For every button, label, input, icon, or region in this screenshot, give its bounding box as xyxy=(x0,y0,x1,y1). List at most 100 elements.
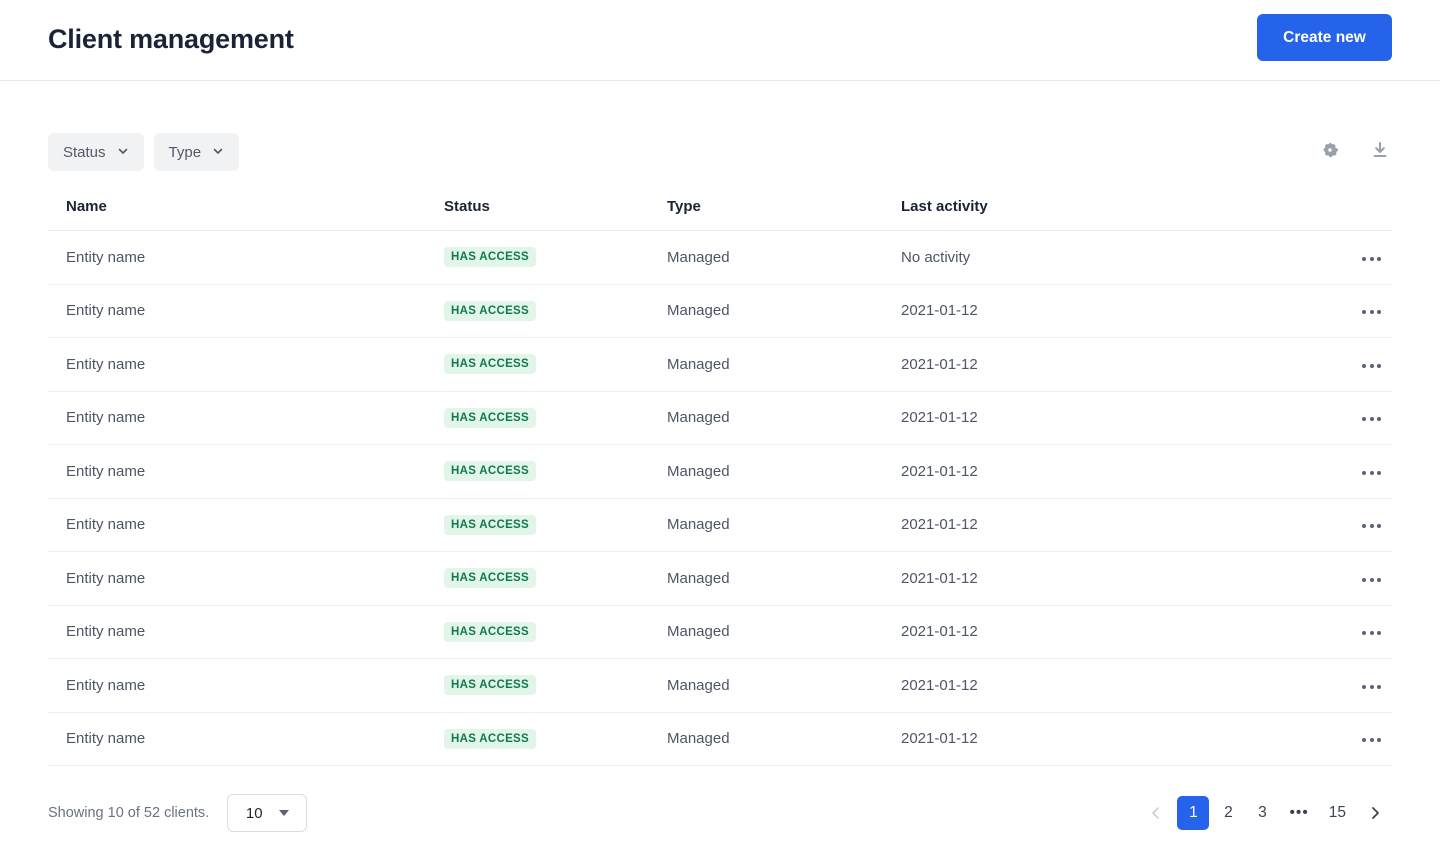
page-size-select[interactable]: 10 xyxy=(227,794,308,832)
cell-last-activity: 2021-01-12 xyxy=(901,551,1351,606)
table-head: Name Status Type Last activity xyxy=(48,198,1392,231)
row-menu-button[interactable] xyxy=(1358,625,1385,641)
row-menu-button[interactable] xyxy=(1358,518,1385,534)
table-row[interactable]: Entity name HAS ACCESS Managed 2021-01-1… xyxy=(48,658,1392,713)
cell-name: Entity name xyxy=(48,498,444,552)
column-header-status[interactable]: Status xyxy=(444,198,667,231)
cell-actions xyxy=(1351,391,1392,445)
row-menu-button[interactable] xyxy=(1358,465,1385,481)
row-menu-button[interactable] xyxy=(1358,572,1385,588)
status-badge: HAS ACCESS xyxy=(444,675,536,696)
cell-actions xyxy=(1351,605,1392,659)
table-header-row: Name Status Type Last activity xyxy=(48,198,1392,231)
pagination-prev-icon[interactable] xyxy=(1139,797,1173,829)
cell-actions xyxy=(1351,337,1392,392)
cell-last-activity: 2021-01-12 xyxy=(901,605,1351,659)
status-badge: HAS ACCESS xyxy=(444,247,536,268)
filter-type-label: Type xyxy=(168,143,202,161)
status-badge: HAS ACCESS xyxy=(444,728,536,749)
cell-status: HAS ACCESS xyxy=(444,391,667,445)
page-title: Client management xyxy=(48,24,294,54)
cell-name: Entity name xyxy=(48,444,444,499)
table-row[interactable]: Entity name HAS ACCESS Managed 2021-01-1… xyxy=(48,498,1392,552)
table-row[interactable]: Entity name HAS ACCESS Managed 2021-01-1… xyxy=(48,391,1392,445)
cell-status: HAS ACCESS xyxy=(444,605,667,659)
cell-last-activity: 2021-01-12 xyxy=(901,444,1351,499)
create-new-button[interactable]: Create new xyxy=(1257,14,1392,61)
cell-actions xyxy=(1351,444,1392,499)
status-badge: HAS ACCESS xyxy=(444,300,536,321)
row-menu-button[interactable] xyxy=(1358,304,1385,320)
cell-status: HAS ACCESS xyxy=(444,230,667,285)
cell-actions xyxy=(1351,230,1392,285)
cell-name: Entity name xyxy=(48,658,444,713)
cell-status: HAS ACCESS xyxy=(444,658,667,713)
cell-type: Managed xyxy=(667,391,901,445)
table-row[interactable]: Entity name HAS ACCESS Managed 2021-01-1… xyxy=(48,337,1392,392)
cell-name: Entity name xyxy=(48,712,444,766)
status-badge: HAS ACCESS xyxy=(444,461,536,482)
pagination-page-2[interactable]: 2 xyxy=(1213,797,1243,829)
client-management-page: Client management Create new Status Type xyxy=(0,0,1440,860)
cell-actions xyxy=(1351,551,1392,606)
clients-table-wrap: Name Status Type Last activity Entity na… xyxy=(48,198,1392,766)
table-row[interactable]: Entity name HAS ACCESS Managed 2021-01-1… xyxy=(48,605,1392,659)
table-row[interactable]: Entity name HAS ACCESS Managed 2021-01-1… xyxy=(48,551,1392,606)
toolbar-icons xyxy=(1318,138,1392,162)
pagination-ellipsis: ••• xyxy=(1289,804,1309,821)
table-footer: Showing 10 of 52 clients. 10 1 2 3 ••• 1… xyxy=(48,790,1392,836)
table-row[interactable]: Entity name HAS ACCESS Managed 2021-01-1… xyxy=(48,284,1392,338)
cell-type: Managed xyxy=(667,230,901,285)
filter-status-label: Status xyxy=(63,143,106,161)
cell-name: Entity name xyxy=(48,337,444,392)
cell-status: HAS ACCESS xyxy=(444,712,667,766)
cell-last-activity: 2021-01-12 xyxy=(901,712,1351,766)
filter-status[interactable]: Status xyxy=(48,133,144,171)
column-header-type[interactable]: Type xyxy=(667,198,901,231)
cell-actions xyxy=(1351,284,1392,338)
cell-type: Managed xyxy=(667,337,901,392)
table-row[interactable]: Entity name HAS ACCESS Managed 2021-01-1… xyxy=(48,444,1392,499)
download-icon[interactable] xyxy=(1368,138,1392,162)
row-menu-button[interactable] xyxy=(1358,411,1385,427)
cell-last-activity: 2021-01-12 xyxy=(901,337,1351,392)
pagination-next-icon[interactable] xyxy=(1358,797,1392,829)
column-header-last-activity[interactable]: Last activity xyxy=(901,198,1351,231)
row-menu-button[interactable] xyxy=(1358,358,1385,374)
table-row[interactable]: Entity name HAS ACCESS Managed 2021-01-1… xyxy=(48,712,1392,766)
status-badge: HAS ACCESS xyxy=(444,354,536,375)
cell-status: HAS ACCESS xyxy=(444,444,667,499)
table-toolbar: Status Type xyxy=(0,81,1440,191)
cell-name: Entity name xyxy=(48,551,444,606)
status-badge: HAS ACCESS xyxy=(444,407,536,428)
cell-last-activity: 2021-01-12 xyxy=(901,284,1351,338)
cell-last-activity: No activity xyxy=(901,230,1351,285)
table-row[interactable]: Entity name HAS ACCESS Managed No activi… xyxy=(48,230,1392,285)
pagination-page-15[interactable]: 15 xyxy=(1321,797,1354,829)
clients-table: Name Status Type Last activity Entity na… xyxy=(48,198,1392,766)
cell-status: HAS ACCESS xyxy=(444,551,667,606)
cell-type: Managed xyxy=(667,658,901,713)
cell-actions xyxy=(1351,658,1392,713)
cell-actions xyxy=(1351,712,1392,766)
pagination-page-1[interactable]: 1 xyxy=(1177,796,1210,830)
row-menu-button[interactable] xyxy=(1358,679,1385,695)
row-menu-button[interactable] xyxy=(1358,251,1385,267)
row-menu-button[interactable] xyxy=(1358,732,1385,748)
cell-actions xyxy=(1351,498,1392,552)
gear-icon[interactable] xyxy=(1318,138,1342,162)
cell-status: HAS ACCESS xyxy=(444,337,667,392)
table-body: Entity name HAS ACCESS Managed No activi… xyxy=(48,230,1392,766)
column-header-name[interactable]: Name xyxy=(48,198,444,231)
cell-last-activity: 2021-01-12 xyxy=(901,498,1351,552)
status-badge: HAS ACCESS xyxy=(444,514,536,535)
filter-type[interactable]: Type xyxy=(153,133,240,171)
cell-type: Managed xyxy=(667,444,901,499)
cell-name: Entity name xyxy=(48,391,444,445)
pagination-page-3[interactable]: 3 xyxy=(1247,797,1277,829)
chevron-down-icon xyxy=(212,144,224,161)
chevron-down-icon xyxy=(117,144,129,161)
pagination: 1 2 3 ••• 15 xyxy=(1139,796,1392,830)
cell-type: Managed xyxy=(667,498,901,552)
cell-type: Managed xyxy=(667,284,901,338)
